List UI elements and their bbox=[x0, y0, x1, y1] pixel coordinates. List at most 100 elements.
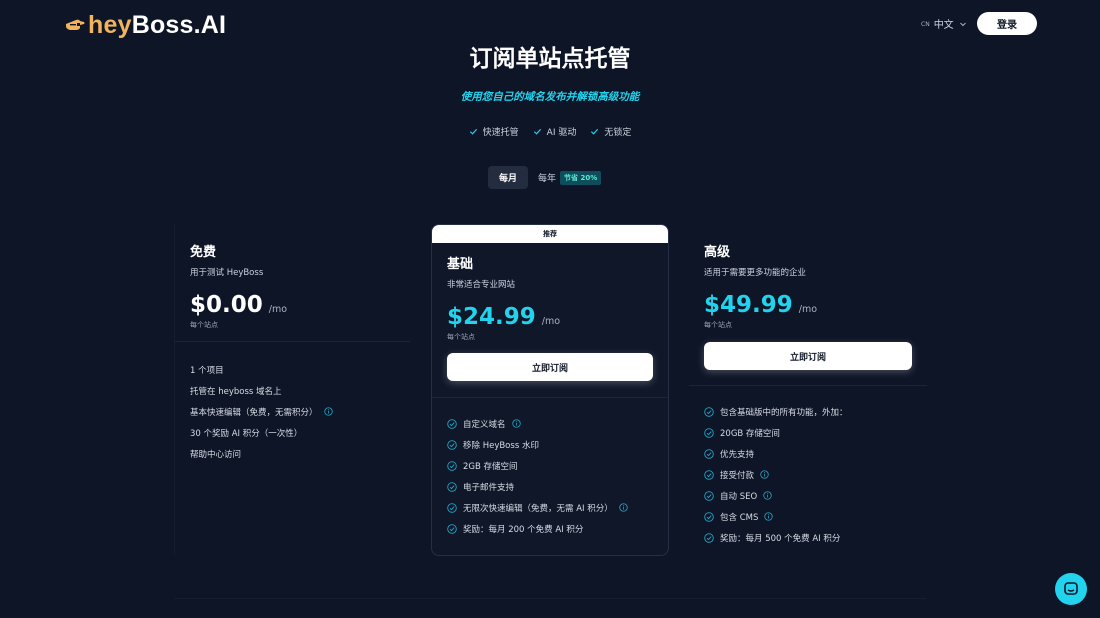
feature-text: 基本快速编辑（免费，无需积分） bbox=[190, 407, 318, 418]
monthly-tab[interactable]: 每月 bbox=[488, 166, 528, 189]
feature-text: 自定义域名 bbox=[463, 419, 506, 430]
billing-toggle: 每月 每年 节省 20% bbox=[488, 166, 602, 189]
language-label: 中文 bbox=[933, 20, 954, 31]
divider bbox=[432, 397, 668, 398]
list-item: 包含 CMS bbox=[704, 506, 917, 527]
plan-header: 基础 非常适合专业网站 $24.99 /mo 每个站点 bbox=[447, 253, 653, 342]
plan-name: 免费 bbox=[190, 245, 217, 260]
plan-card-free: 免费 用于测试 HeyBoss $0.00 /mo 每个站点 1 个项目 托管在… bbox=[174, 225, 410, 555]
feature-text: 包含基础版中的所有功能，外加： bbox=[720, 407, 848, 418]
list-item: 2GB 存储空间 bbox=[447, 455, 658, 476]
check-icon bbox=[591, 128, 599, 135]
feature-list: 1 个项目 托管在 heyboss 域名上 基本快速编辑（免费，无需积分） 30… bbox=[190, 359, 400, 464]
list-item: 自定义域名 bbox=[447, 413, 658, 434]
feature-list: 包含基础版中的所有功能，外加： 20GB 存储空间 优先支持 接受付款 自动 S… bbox=[704, 401, 917, 548]
check-circle-icon bbox=[704, 490, 714, 501]
info-icon[interactable] bbox=[619, 503, 628, 512]
feature-text: 30 个奖励 AI 积分（一次性） bbox=[190, 428, 303, 439]
price-row: $49.99 /mo bbox=[704, 292, 912, 318]
chat-launcher-button[interactable] bbox=[1055, 573, 1087, 605]
check-circle-icon bbox=[447, 502, 457, 513]
plan-price: $49.99 bbox=[704, 292, 793, 318]
feature-text: 接受付款 bbox=[720, 470, 755, 481]
yearly-label: 每年 bbox=[538, 174, 557, 184]
savings-badge: 节省 20% bbox=[560, 170, 602, 185]
check-circle-icon bbox=[704, 448, 714, 459]
subscribe-button-advanced[interactable]: 立即订阅 bbox=[704, 342, 912, 370]
plan-price: $24.99 bbox=[447, 304, 536, 330]
plan-description: 用于测试 HeyBoss bbox=[190, 268, 264, 278]
logo-hand-icon bbox=[64, 15, 86, 35]
feature-text: 托管在 heyboss 域名上 bbox=[190, 386, 282, 397]
page-subtitle: 使用您自己的域名发布并解锁高级功能 bbox=[460, 91, 640, 103]
check-icon bbox=[533, 128, 541, 135]
list-item: 无限次快速编辑（免费，无需 AI 积分） bbox=[447, 497, 658, 518]
price-row: $24.99 /mo bbox=[447, 304, 653, 330]
info-icon[interactable] bbox=[764, 512, 774, 521]
feature-text: 奖励：每月 500 个免费 AI 积分 bbox=[720, 533, 841, 544]
feature-label: 无锁定 bbox=[604, 128, 632, 138]
check-circle-icon bbox=[447, 418, 457, 429]
logo-text-boss: Boss.AI bbox=[131, 10, 227, 39]
feature-label: 快速托管 bbox=[482, 128, 519, 138]
logo-text-hey: hey bbox=[88, 10, 132, 39]
info-icon[interactable] bbox=[511, 419, 521, 428]
check-circle-icon bbox=[704, 469, 714, 480]
check-icon bbox=[469, 128, 477, 135]
feature-item: 无锁定 bbox=[590, 125, 631, 138]
list-item: 奖励：每月 200 个免费 AI 积分 bbox=[447, 518, 658, 539]
chevron-down-icon bbox=[959, 22, 966, 26]
subscribe-button-basic[interactable]: 立即订阅 bbox=[447, 353, 653, 381]
plan-card-advanced: 高级 适用于需要更多功能的企业 $49.99 /mo 每个站点 立即订阅 包含基… bbox=[689, 225, 927, 555]
language-code: CN bbox=[921, 20, 930, 28]
info-icon[interactable] bbox=[763, 491, 772, 500]
logo-text: heyBoss.AI bbox=[88, 11, 226, 40]
price-row: $0.00 /mo bbox=[190, 292, 395, 318]
price-period: /mo bbox=[798, 304, 818, 315]
chat-icon bbox=[1064, 582, 1078, 595]
recommended-badge: 推荐 bbox=[432, 225, 668, 243]
check-circle-icon bbox=[704, 511, 714, 522]
plan-name: 基础 bbox=[447, 257, 474, 272]
per-site-label: 每个站点 bbox=[190, 321, 218, 329]
section-divider bbox=[174, 598, 926, 599]
plan-description: 适用于需要更多功能的企业 bbox=[704, 268, 807, 278]
list-item: 移除 HeyBoss 水印 bbox=[447, 434, 658, 455]
info-icon[interactable] bbox=[323, 407, 333, 416]
check-circle-icon bbox=[704, 406, 714, 417]
price-period: /mo bbox=[541, 316, 561, 327]
list-item: 基本快速编辑（免费，无需积分） bbox=[190, 401, 400, 422]
check-circle-icon bbox=[447, 481, 457, 492]
info-icon[interactable] bbox=[760, 470, 769, 479]
feature-item: AI 驱动 bbox=[533, 125, 577, 138]
list-item: 优先支持 bbox=[704, 443, 917, 464]
price-period: /mo bbox=[268, 304, 288, 315]
logo[interactable]: heyBoss.AI bbox=[64, 10, 226, 40]
list-item: 30 个奖励 AI 积分（一次性） bbox=[190, 422, 400, 443]
plan-header: 免费 用于测试 HeyBoss $0.00 /mo 每个站点 bbox=[190, 241, 395, 330]
check-circle-icon bbox=[447, 439, 457, 450]
yearly-tab[interactable]: 每年 节省 20% bbox=[536, 170, 602, 185]
feature-text: 20GB 存储空间 bbox=[720, 428, 780, 439]
check-circle-icon bbox=[704, 427, 714, 438]
plan-price: $0.00 bbox=[190, 292, 263, 318]
list-item: 托管在 heyboss 域名上 bbox=[190, 380, 400, 401]
feature-text: 电子邮件支持 bbox=[463, 482, 515, 493]
plan-description: 非常适合专业网站 bbox=[447, 280, 516, 290]
list-item: 奖励：每月 500 个免费 AI 积分 bbox=[704, 527, 917, 548]
feature-text: 包含 CMS bbox=[720, 512, 759, 523]
login-button[interactable]: 登录 bbox=[977, 12, 1037, 35]
list-item: 自动 SEO bbox=[704, 485, 917, 506]
feature-list: 自定义域名 移除 HeyBoss 水印 2GB 存储空间 电子邮件支持 无限次快… bbox=[447, 413, 658, 539]
feature-text: 无限次快速编辑（免费，无需 AI 积分） bbox=[463, 503, 613, 514]
divider bbox=[175, 341, 410, 342]
check-circle-icon bbox=[447, 523, 457, 534]
feature-text: 帮助中心访问 bbox=[190, 449, 242, 460]
list-item: 帮助中心访问 bbox=[190, 443, 400, 464]
language-selector[interactable]: CN 中文 bbox=[921, 16, 968, 31]
per-site-label: 每个站点 bbox=[447, 333, 475, 341]
feature-text: 自动 SEO bbox=[720, 491, 758, 502]
feature-label: AI 驱动 bbox=[546, 128, 577, 138]
feature-text: 2GB 存储空间 bbox=[463, 461, 518, 472]
feature-highlights: 快速托管 AI 驱动 无锁定 bbox=[0, 125, 1100, 138]
